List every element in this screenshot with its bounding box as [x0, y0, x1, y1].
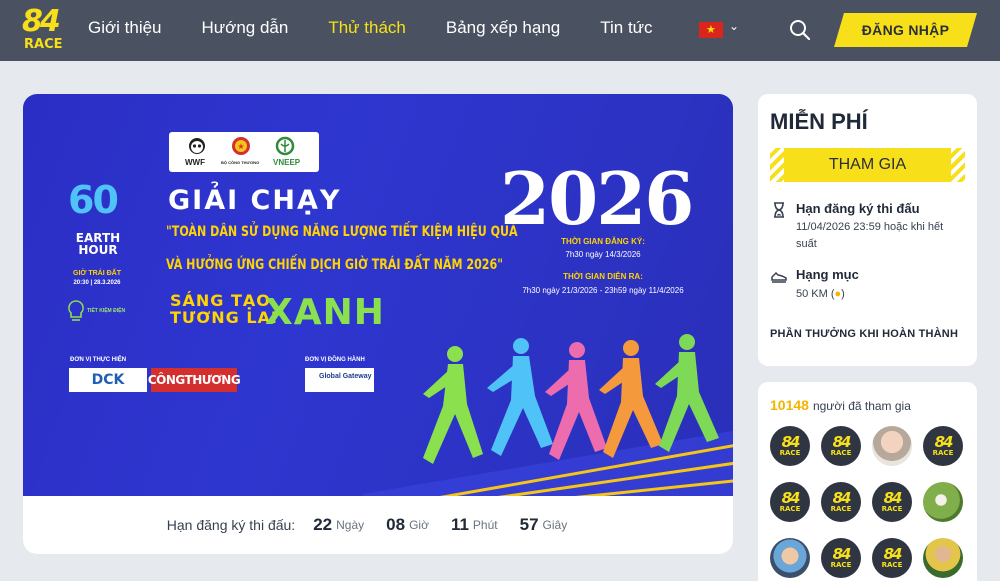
- slogan-sang-tao: SÁNG TẠO TƯƠNG LAI: [170, 291, 278, 327]
- challenge-card: WWF ★ BỘ CÔNG THƯƠNG VNEEP 60 EARTH HOUR…: [23, 94, 733, 554]
- participant-avatar[interactable]: 84 RACE: [821, 538, 861, 578]
- chevron-down-icon[interactable]: ⌄: [729, 19, 739, 33]
- run-time-value: 7h30 ngày 21/3/2026 - 23h59 ngày 11/4/20…: [522, 286, 684, 295]
- event-banner[interactable]: WWF ★ BỘ CÔNG THƯƠNG VNEEP 60 EARTH HOUR…: [23, 94, 733, 496]
- category-text: 50 KM (●): [796, 288, 845, 300]
- deadline-title: Hạn đăng ký thi đấu: [796, 201, 920, 216]
- event-year: 2026: [500, 156, 694, 241]
- earth-hour-text: EARTH HOUR: [75, 231, 121, 257]
- search-icon[interactable]: [789, 19, 811, 41]
- partner-bct: BỘ CÔNG THƯƠNG: [221, 160, 260, 165]
- participant-avatar[interactable]: [770, 538, 810, 578]
- banner-title: GIẢI CHẠY: [168, 185, 342, 216]
- partner-logos: WWF ★ BỘ CÔNG THƯƠNG VNEEP: [169, 132, 319, 172]
- panda-icon: [189, 138, 205, 154]
- earth-hour-60: 60: [68, 178, 119, 222]
- reg-time-value: 7h30 ngày 14/3/2026: [565, 250, 641, 259]
- nav-item-bang-xep-hang[interactable]: Bảng xếp hạng: [446, 18, 560, 38]
- join-button[interactable]: THAM GIA: [770, 148, 965, 182]
- participant-avatar[interactable]: 84 RACE: [821, 426, 861, 466]
- reg-time-label: THỜI GIAN ĐĂNG KÝ:: [561, 237, 645, 246]
- nav-item-thu-thach[interactable]: Thử thách: [328, 18, 406, 38]
- countdown-minutes-unit: Phút: [472, 518, 498, 532]
- logo-84: 84: [22, 4, 61, 39]
- earth-hour-date: 20:30 | 28.3.2026: [73, 280, 121, 286]
- participants-panel: 10148 người đã tham gia 84 RACE 84 RACE 84 RAC…: [758, 382, 977, 581]
- countdown-seconds-unit: Giây: [542, 518, 568, 532]
- top-navbar: 84 RACE Giới thiệu Hướng dẫn Thử thách B…: [0, 0, 1000, 61]
- main-menu: Giới thiệu Hướng dẫn Thử thách Bảng xếp …: [88, 18, 693, 38]
- organizer-label: ĐƠN VỊ THỰC HIỆN: [70, 357, 127, 363]
- reward-label[interactable]: PHẦN THƯỞNG KHI HOÀN THÀNH: [770, 328, 958, 340]
- run-time-label: THỜI GIAN DIỄN RA:: [563, 272, 643, 281]
- participant-avatar[interactable]: [923, 538, 963, 578]
- tiet-kiem-label: TIẾT KIỆM ĐIỆN: [87, 308, 126, 314]
- banner-subtitle-2: VÀ HƯỞNG ỨNG CHIẾN DỊCH GIỜ TRÁI ĐẤT NĂM…: [166, 257, 503, 273]
- nav-item-tin-tuc[interactable]: Tin tức: [600, 18, 652, 38]
- countdown-days: 22: [313, 515, 333, 534]
- participants-count: 10148 người đã tham gia: [770, 397, 911, 413]
- countdown-label: Hạn đăng ký thi đấu:: [166, 517, 296, 533]
- countdown-days-unit: Ngày: [336, 518, 365, 532]
- deadline-text: 11/04/2026 23:59 hoặc khi hết suất: [796, 221, 944, 250]
- participant-avatar[interactable]: 84 RACE: [872, 482, 912, 522]
- hourglass-icon: [774, 202, 784, 218]
- emblem-icon: ★: [232, 137, 250, 155]
- participant-avatar[interactable]: [923, 482, 963, 522]
- participant-avatar[interactable]: 84 RACE: [923, 426, 963, 466]
- category-title: Hạng mục: [796, 267, 859, 282]
- svg-text:★: ★: [237, 142, 244, 151]
- nav-item-huong-dan[interactable]: Hướng dẫn: [202, 18, 289, 38]
- lightbulb-icon: [68, 300, 84, 321]
- participant-avatar[interactable]: 84 RACE: [770, 426, 810, 466]
- price-label: MIỄN PHÍ: [770, 109, 868, 134]
- slogan-xanh: XANH: [265, 292, 385, 333]
- login-button[interactable]: ĐĂNG NHẬP: [834, 13, 977, 47]
- nav-item-gioi-thieu[interactable]: Giới thiệu: [88, 18, 162, 38]
- org-congthuong-logo: CÔNGTHƯƠNG: [148, 368, 241, 392]
- running-shoe-icon: [771, 271, 787, 283]
- runners-illustration: [363, 334, 733, 496]
- join-panel: MIỄN PHÍ THAM GIA Hạn đăng ký thi đấu 11…: [758, 94, 977, 366]
- vneep-icon: [275, 136, 295, 156]
- partner-wwf: WWF: [185, 158, 205, 167]
- registration-countdown: Hạn đăng ký thi đấu: 22 Ngày 08 Giờ 11 P…: [23, 496, 733, 554]
- participant-avatar[interactable]: [872, 426, 912, 466]
- participant-avatar[interactable]: 84 RACE: [872, 538, 912, 578]
- countdown-minutes: 11: [450, 515, 469, 534]
- banner-subtitle-1: "TOÀN DÂN SỬ DỤNG NĂNG LƯỢNG TIẾT KIỆM H…: [166, 224, 518, 240]
- org-dck-logo: DCK: [69, 368, 147, 392]
- earth-hour-vi: GIỜ TRÁI ĐẤT: [73, 270, 121, 277]
- companion-label: ĐƠN VỊ ĐỒNG HÀNH: [305, 357, 365, 363]
- site-logo[interactable]: 84 RACE: [22, 4, 70, 52]
- countdown-hours: 08: [386, 515, 406, 534]
- countdown-hours-unit: Giờ: [409, 518, 429, 532]
- vietnam-flag-icon[interactable]: ★: [699, 22, 723, 38]
- logo-race: RACE: [24, 37, 63, 52]
- partner-vneep: VNEEP: [273, 158, 301, 167]
- countdown-seconds: 57: [519, 515, 539, 534]
- participant-avatar[interactable]: 84 RACE: [821, 482, 861, 522]
- participant-avatar[interactable]: 84 RACE: [770, 482, 810, 522]
